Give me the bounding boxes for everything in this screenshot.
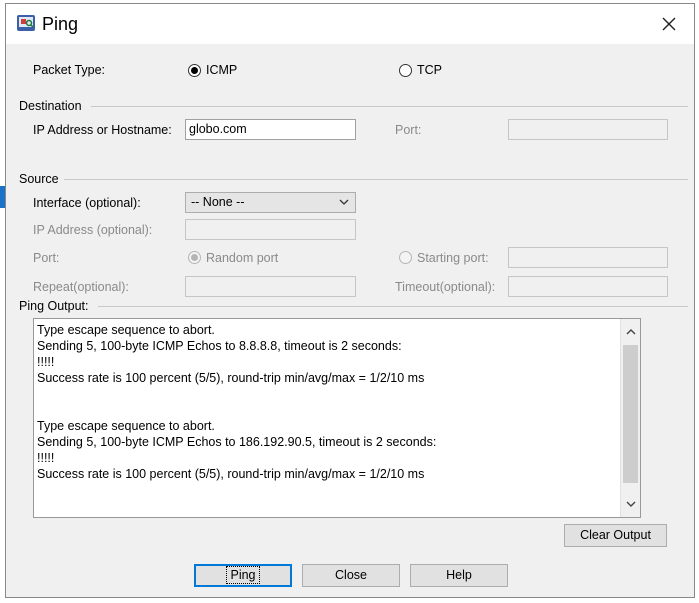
- chevron-down-icon: [339, 199, 349, 205]
- packet-type-label: Packet Type:: [33, 63, 106, 77]
- scroll-up-icon[interactable]: [624, 325, 638, 339]
- scroll-thumb[interactable]: [623, 345, 638, 483]
- source-divider: [64, 179, 688, 180]
- clear-output-button[interactable]: Clear Output: [564, 524, 667, 547]
- app-icon: [17, 15, 35, 31]
- ping-output-area[interactable]: Type escape sequence to abort. Sending 5,…: [33, 318, 641, 518]
- close-icon[interactable]: [658, 13, 680, 35]
- starting-port-radio[interactable]: [399, 251, 412, 264]
- starting-port-input[interactable]: [508, 247, 668, 268]
- source-ip-label: IP Address (optional):: [33, 223, 153, 237]
- output-divider: [98, 306, 688, 307]
- output-line: Type escape sequence to abort.: [37, 323, 215, 337]
- destination-section-title: Destination: [19, 99, 82, 113]
- source-ip-input[interactable]: [185, 219, 356, 240]
- host-input[interactable]: globo.com: [185, 119, 356, 140]
- tcp-label[interactable]: TCP: [417, 63, 442, 77]
- source-section-title: Source: [19, 172, 59, 186]
- output-line: Sending 5, 100-byte ICMP Echos to 186.19…: [37, 435, 437, 449]
- interface-select[interactable]: -- None --: [185, 192, 356, 213]
- dest-port-input[interactable]: [508, 119, 668, 140]
- output-line: !!!!!: [37, 451, 55, 465]
- ping-button[interactable]: Ping: [194, 564, 292, 587]
- ping-output-text: Type escape sequence to abort. Sending 5,…: [37, 322, 635, 482]
- timeout-label: Timeout(optional):: [395, 280, 496, 294]
- output-line: Sending 5, 100-byte ICMP Echos to 8.8.8.…: [37, 339, 402, 353]
- icmp-label[interactable]: ICMP: [206, 63, 237, 77]
- random-port-radio[interactable]: [188, 251, 201, 264]
- title-bar: Ping: [6, 4, 694, 44]
- repeat-label: Repeat(optional):: [33, 280, 129, 294]
- output-line: Success rate is 100 percent (5/5), round…: [37, 371, 425, 385]
- ping-output-title: Ping Output:: [19, 299, 89, 313]
- repeat-input[interactable]: [185, 276, 356, 297]
- close-button[interactable]: Close: [302, 564, 400, 587]
- icmp-radio[interactable]: [188, 64, 201, 77]
- output-line: !!!!!: [37, 355, 55, 369]
- host-label: IP Address or Hostname:: [33, 123, 172, 137]
- output-scrollbar[interactable]: [620, 319, 640, 517]
- output-line: Type escape sequence to abort.: [37, 419, 215, 433]
- random-port-label[interactable]: Random port: [206, 251, 278, 265]
- output-line: Success rate is 100 percent (5/5), round…: [37, 467, 425, 481]
- destination-divider: [91, 106, 688, 107]
- help-button[interactable]: Help: [410, 564, 508, 587]
- scroll-down-icon[interactable]: [624, 497, 638, 511]
- interface-label: Interface (optional):: [33, 196, 141, 210]
- timeout-input[interactable]: [508, 276, 668, 297]
- interface-select-value: -- None --: [191, 195, 245, 209]
- ping-dialog: Ping Packet Type: ICMP TCP Destination I…: [5, 3, 695, 598]
- tcp-radio[interactable]: [399, 64, 412, 77]
- starting-port-label[interactable]: Starting port:: [417, 251, 489, 265]
- dest-port-label: Port:: [395, 123, 422, 137]
- window-title: Ping: [42, 14, 79, 34]
- source-port-label: Port:: [33, 251, 60, 265]
- ping-button-label: Ping: [226, 566, 260, 584]
